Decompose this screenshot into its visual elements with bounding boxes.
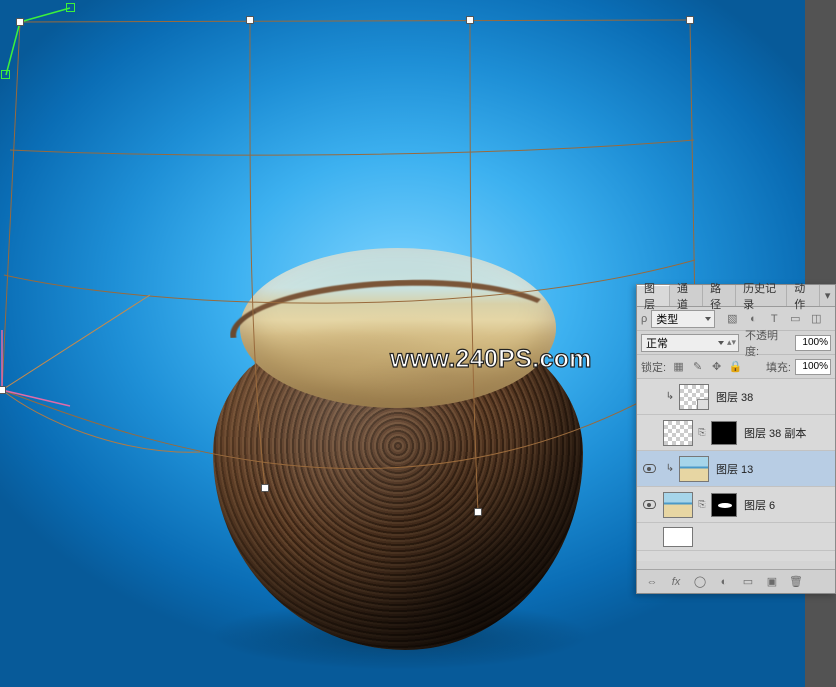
layers-list: ↳ 图层 38 ⎘ 图层 38 副本 ↳ 图层 13 ⎘ 图层 6 (637, 379, 835, 561)
lock-image-icon[interactable]: ✎ (691, 360, 704, 373)
visibility-toggle[interactable] (639, 464, 659, 473)
layer-item[interactable]: ↳ 图层 38 (637, 379, 835, 415)
layer-item-partial[interactable] (637, 523, 835, 551)
filter-adjust-icon[interactable]: ◐ (746, 312, 760, 326)
delete-layer-icon[interactable]: 🗑 (789, 575, 803, 588)
opacity-label: 不透明度: (745, 327, 791, 359)
warp-handle[interactable] (261, 484, 269, 492)
warp-handle[interactable] (474, 508, 482, 516)
new-layer-icon[interactable]: ▣ (765, 575, 779, 588)
eye-icon (643, 464, 656, 473)
link-layers-icon[interactable]: ⇔ (645, 576, 659, 588)
eye-icon (643, 500, 656, 509)
blend-opacity-row: 正常 ▴▾ 不透明度: 100% (637, 331, 835, 355)
fill-label: 填充: (766, 359, 791, 375)
layer-item[interactable]: ⎘ 图层 38 副本 (637, 415, 835, 451)
panel-menu-button[interactable]: ▾ (820, 285, 835, 306)
watermark-text: www.240PS.com (390, 345, 592, 374)
mask-link-icon[interactable]: ⎘ (697, 427, 707, 438)
warp-handle[interactable] (466, 16, 474, 24)
tab-paths[interactable]: 路径 (703, 285, 736, 306)
filter-kind-select[interactable]: 类型 (651, 310, 715, 328)
layers-panel-bottom-bar: ⇔ fx ◯ ◐ ▭ ▣ 🗑 (637, 569, 835, 593)
fx-icon[interactable]: fx (669, 576, 683, 588)
layer-name[interactable]: 图层 38 (716, 389, 753, 405)
warp-handle[interactable] (246, 16, 254, 24)
layer-item[interactable]: ↳ 图层 13 (637, 451, 835, 487)
warp-direction-handle[interactable] (66, 3, 75, 12)
lock-transparent-icon[interactable]: ▦ (672, 360, 685, 373)
filter-type-icon[interactable]: T (767, 312, 781, 326)
layer-filter-row: ρ 类型 ▧ ◐ T ▭ ◫ (637, 307, 835, 331)
tab-actions[interactable]: 动作 (787, 285, 820, 306)
fill-input[interactable]: 100% (795, 359, 831, 375)
layer-name[interactable]: 图层 6 (744, 497, 775, 513)
visibility-toggle[interactable] (639, 500, 659, 509)
layer-name[interactable]: 图层 38 副本 (744, 425, 806, 441)
lock-position-icon[interactable]: ✥ (710, 360, 723, 373)
tab-layers[interactable]: 图层 (637, 285, 670, 306)
clip-indicator-icon: ↳ (663, 463, 677, 474)
layer-mask-thumbnail[interactable] (711, 421, 737, 445)
layer-thumbnail[interactable] (663, 420, 693, 446)
panel-tabs: 图层 通道 路径 历史记录 动作 ▾ (637, 285, 835, 307)
opacity-input[interactable]: 100% (795, 335, 831, 351)
layer-thumbnail[interactable] (679, 456, 709, 482)
layer-thumbnail[interactable] (679, 384, 709, 410)
add-mask-icon[interactable]: ◯ (693, 575, 707, 588)
filter-smart-icon[interactable]: ◫ (809, 312, 823, 326)
layer-item[interactable]: ⎘ 图层 6 (637, 487, 835, 523)
layer-mask-thumbnail[interactable] (711, 493, 737, 517)
warp-handle[interactable] (686, 16, 694, 24)
tab-history[interactable]: 历史记录 (736, 285, 787, 306)
lock-label: 锁定: (641, 359, 666, 375)
warp-direction-handle[interactable] (1, 70, 10, 79)
layers-panel[interactable]: 图层 通道 路径 历史记录 动作 ▾ ρ 类型 ▧ ◐ T ▭ ◫ 正常 ▴▾ … (636, 284, 836, 594)
new-group-icon[interactable]: ▭ (741, 575, 755, 588)
lock-all-icon[interactable]: 🔒 (729, 360, 742, 373)
new-adjust-icon[interactable]: ◐ (717, 576, 731, 588)
warp-handle[interactable] (0, 386, 6, 394)
mask-link-icon[interactable]: ⎘ (697, 499, 707, 510)
layer-name[interactable]: 图层 13 (716, 461, 753, 477)
layer-thumbnail[interactable] (663, 492, 693, 518)
layer-thumbnail[interactable] (663, 527, 693, 547)
filter-shape-icon[interactable]: ▭ (788, 312, 802, 326)
blend-mode-select[interactable]: 正常 ▴▾ (641, 334, 739, 352)
clip-indicator-icon: ↳ (663, 391, 677, 402)
lock-fill-row: 锁定: ▦ ✎ ✥ 🔒 填充: 100% (637, 355, 835, 379)
filter-pixel-icon[interactable]: ▧ (725, 312, 739, 326)
warp-handle[interactable] (16, 18, 24, 26)
tab-channels[interactable]: 通道 (670, 285, 703, 306)
